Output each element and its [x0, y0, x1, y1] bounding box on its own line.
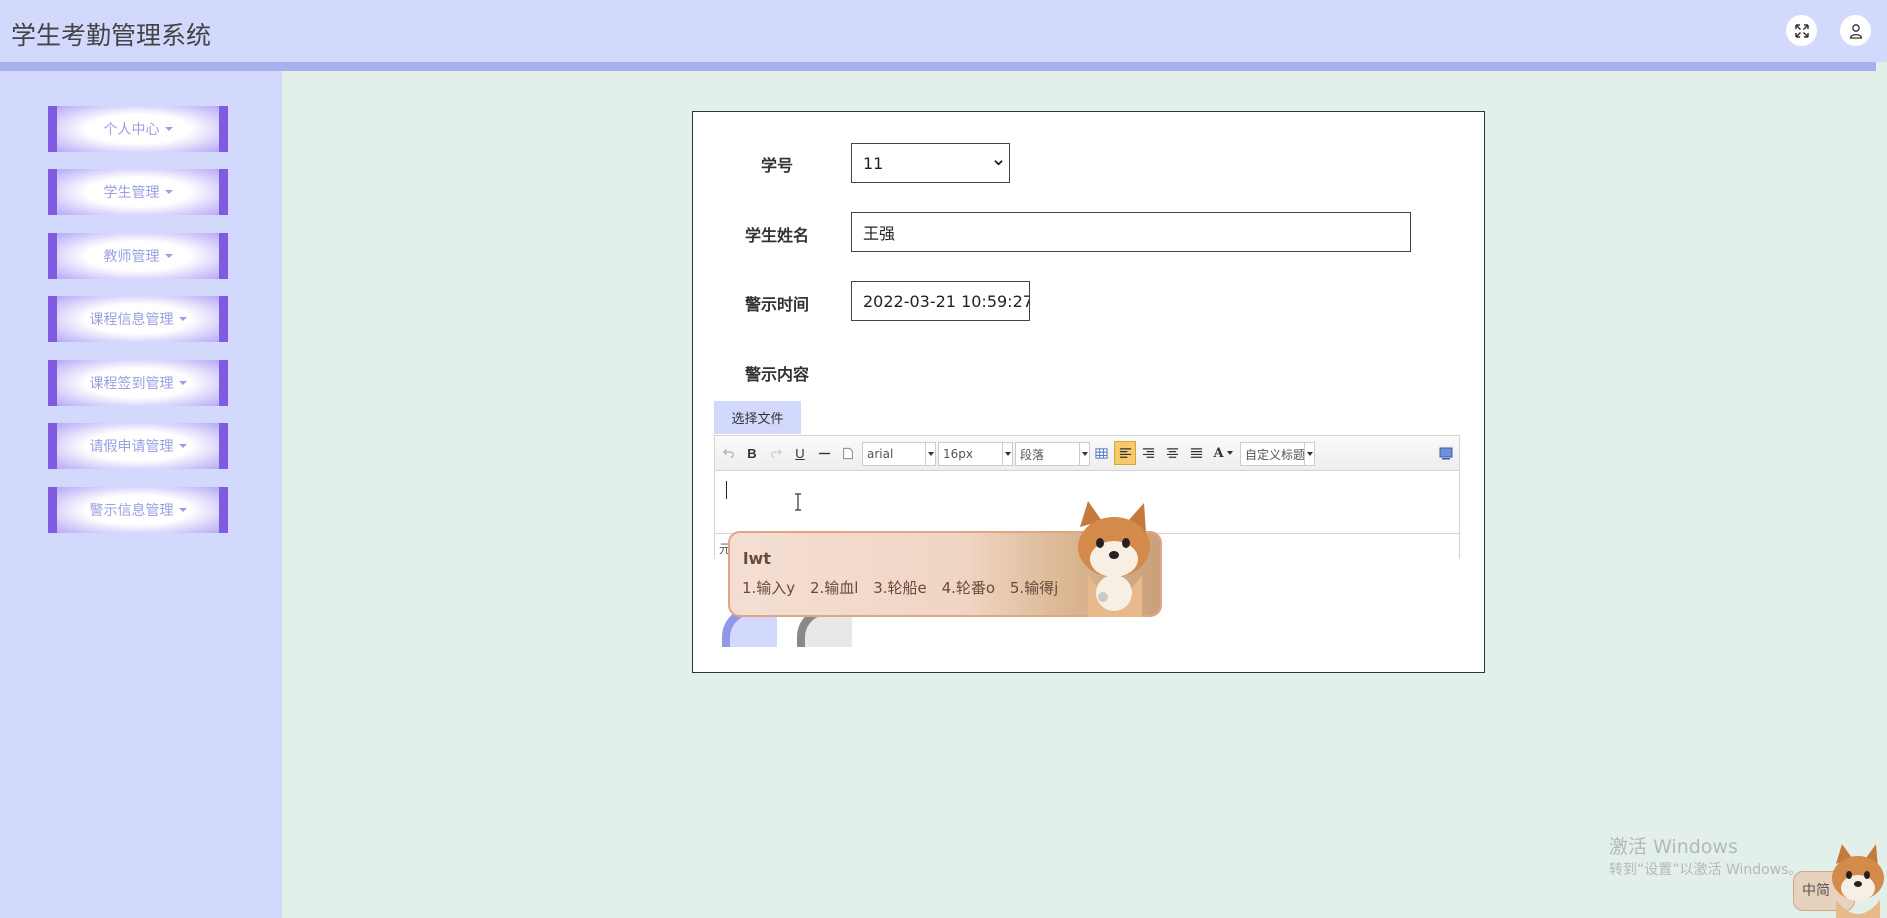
sidebar: 个人中心 学生管理 教师管理 课程信息管理 课程签到管理 请假申请管理 警示信息… [0, 71, 282, 918]
ime-candidate-window: lwt 1.输入y 2.输血l 3.轮船e 4.轮番o 5.输得j [728, 501, 1162, 617]
sidebar-item-label: 学生管理 [103, 185, 160, 201]
horizontal-rule-icon[interactable] [816, 443, 832, 463]
font-size-value: 16px [943, 447, 973, 461]
paragraph-value: 段落 [1020, 447, 1045, 462]
activation-watermark-title: 激活 Windows [1609, 836, 1738, 858]
sidebar-item-label: 警示信息管理 [89, 503, 174, 519]
redo-icon[interactable] [768, 443, 784, 463]
font-size-select[interactable]: 16px [938, 442, 1013, 466]
caret-down-icon [178, 508, 187, 512]
chevron-down-icon [994, 160, 1003, 166]
custom-title-value: 自定义标题 [1245, 447, 1306, 462]
student-id-select[interactable]: 11 [851, 143, 1010, 183]
ime-candidate[interactable]: 1.输入y [742, 579, 795, 597]
student-id-value: 11 [863, 153, 884, 173]
warn-time-label: 警示时间 [745, 295, 810, 314]
text-caret [726, 481, 727, 499]
underline-button[interactable]: U [792, 443, 808, 463]
student-name-label: 学生姓名 [745, 226, 810, 245]
sidebar-item-course-signin[interactable]: 课程签到管理 [48, 360, 228, 406]
align-left-icon[interactable] [1114, 441, 1136, 465]
fullscreen-button[interactable] [1786, 15, 1817, 46]
sidebar-item-label: 个人中心 [103, 122, 160, 138]
sidebar-item-warning-info[interactable]: 警示信息管理 [48, 487, 228, 533]
sidebar-item-student-management[interactable]: 学生管理 [48, 169, 228, 215]
next-page-icon[interactable] [1042, 581, 1052, 596]
expand-icon [1794, 23, 1809, 38]
user-icon [1849, 23, 1862, 39]
paragraph-select[interactable]: 段落 [1015, 442, 1090, 466]
dropdown-arrow-icon [925, 443, 935, 465]
warn-time-field[interactable]: 2022-03-21 10:59:27 [851, 281, 1030, 321]
editor-toolbar: B U arial 16px 段落 A 自定义标题 [715, 436, 1459, 471]
student-id-label: 学号 [761, 156, 794, 175]
font-family-value: arial [867, 447, 894, 461]
page-icon[interactable] [840, 443, 856, 463]
warn-time-value: 2022-03-21 10:59:27 [863, 291, 1030, 311]
student-name-field[interactable]: 王强 [851, 212, 1411, 252]
sidebar-item-label: 教师管理 [103, 249, 160, 265]
table-icon[interactable] [1093, 443, 1109, 463]
sidebar-item-personal-center[interactable]: 个人中心 [48, 106, 228, 152]
activation-watermark-subtitle: 转到“设置”以激活 Windows。 [1609, 862, 1803, 878]
font-family-select[interactable]: arial [862, 442, 936, 466]
sidebar-item-label: 课程信息管理 [89, 312, 174, 328]
align-justify-icon[interactable] [1188, 443, 1204, 463]
font-color-label: A [1213, 445, 1224, 461]
sidebar-item-teacher-management[interactable]: 教师管理 [48, 233, 228, 279]
ime-candidate[interactable]: 3.轮船e [873, 579, 927, 597]
ime-composition: lwt [743, 549, 771, 568]
align-right-icon[interactable] [1140, 443, 1156, 463]
text-cursor-icon [795, 493, 801, 511]
app-title: 学生考勤管理系统 [11, 21, 212, 50]
sidebar-item-course-info[interactable]: 课程信息管理 [48, 296, 228, 342]
caret-down-icon [164, 190, 173, 194]
student-name-value: 王强 [863, 224, 896, 243]
choose-file-button[interactable]: 选择文件 [714, 401, 801, 434]
align-center-icon[interactable] [1164, 443, 1180, 463]
top-header: 学生考勤管理系统 [0, 0, 1887, 71]
dropdown-arrow-icon [1304, 443, 1314, 465]
sidebar-item-leave-request[interactable]: 请假申请管理 [48, 423, 228, 469]
header-strip [0, 62, 1876, 71]
undo-icon[interactable] [721, 443, 737, 463]
caret-down-icon [178, 381, 187, 385]
font-color-button[interactable]: A [1211, 443, 1235, 463]
preview-icon[interactable] [1437, 443, 1455, 463]
caret-down-icon [164, 127, 173, 131]
sidebar-item-label: 请假申请管理 [89, 439, 174, 455]
caret-down-icon [178, 444, 187, 448]
bold-button[interactable]: B [744, 443, 760, 463]
ime-candidate[interactable]: 2.输血l [810, 579, 858, 597]
shiba-tray-mascot [1832, 844, 1884, 918]
custom-title-select[interactable]: 自定义标题 [1240, 442, 1315, 466]
caret-down-icon [178, 317, 187, 321]
warn-content-label: 警示内容 [745, 365, 810, 384]
caret-down-icon [164, 254, 173, 258]
dropdown-arrow-icon [1002, 443, 1012, 465]
ime-candidate[interactable]: 4.轮番o [942, 579, 996, 597]
dropdown-arrow-icon [1079, 443, 1089, 465]
shiba-dog-illustration [1078, 501, 1150, 617]
dropdown-arrow-icon [1226, 451, 1233, 455]
ime-candidate-list: 1.输入y 2.输血l 3.轮船e 4.轮番o 5.输得j [742, 577, 1068, 598]
sidebar-item-label: 课程签到管理 [89, 376, 174, 392]
user-menu-button[interactable] [1840, 15, 1871, 46]
